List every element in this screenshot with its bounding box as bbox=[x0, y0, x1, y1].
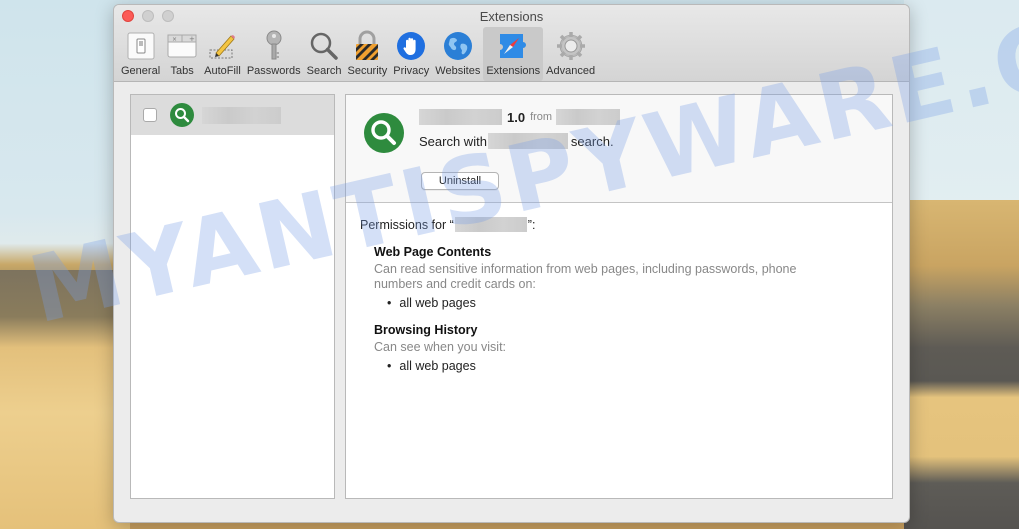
extension-list bbox=[130, 94, 335, 499]
permission-scopes: all web pages bbox=[387, 359, 878, 373]
general-switch-icon bbox=[125, 30, 157, 62]
tab-security-label: Security bbox=[347, 65, 388, 77]
tab-advanced[interactable]: Advanced bbox=[543, 27, 598, 81]
tab-tabs[interactable]: × + Tabs bbox=[163, 27, 201, 81]
tab-autofill[interactable]: AutoFill bbox=[201, 27, 244, 81]
extension-name-redacted bbox=[419, 109, 502, 125]
permission-scope: all web pages bbox=[387, 359, 878, 373]
permissions-suffix: ”: bbox=[527, 217, 536, 232]
extension-detail: 1.0 from Search with search. Uninstall P… bbox=[345, 94, 893, 499]
extensions-content: 1.0 from Search with search. Uninstall P… bbox=[114, 83, 909, 522]
extension-header: 1.0 from Search with search. Uninstall bbox=[346, 95, 892, 203]
titlebar: Extensions General × + Tabs AutoFill Pas… bbox=[114, 5, 909, 82]
tab-extensions-label: Extensions bbox=[486, 65, 541, 77]
permission-title: Web Page Contents bbox=[374, 245, 492, 259]
green-search-icon bbox=[364, 113, 404, 153]
permission-scope: all web pages bbox=[387, 296, 878, 310]
list-item[interactable] bbox=[131, 95, 334, 135]
permissions-title: Permissions for “ ”: bbox=[360, 217, 878, 232]
developer-redacted bbox=[556, 109, 621, 125]
extension-version: 1.0 bbox=[507, 109, 526, 125]
hand-icon bbox=[395, 30, 427, 62]
pencil-icon bbox=[206, 30, 238, 62]
desktop-sky bbox=[904, 0, 1019, 215]
tab-extensions[interactable]: Extensions bbox=[483, 27, 544, 81]
search-engine-redacted bbox=[487, 133, 568, 149]
tab-privacy[interactable]: Privacy bbox=[390, 27, 432, 81]
permission-web-page-contents: Web Page Contents Can read sensitive inf… bbox=[374, 245, 878, 310]
tab-general[interactable]: General bbox=[118, 27, 163, 81]
permissions-prefix: Permissions for “ bbox=[360, 217, 454, 232]
tab-general-label: General bbox=[121, 65, 161, 77]
preferences-toolbar: General × + Tabs AutoFill Passwords Sear… bbox=[118, 27, 598, 81]
window-title: Extensions bbox=[479, 9, 544, 24]
padlock-icon bbox=[351, 30, 383, 62]
permission-scopes: all web pages bbox=[387, 296, 878, 310]
desktop-dune-left bbox=[0, 270, 130, 529]
tab-privacy-label: Privacy bbox=[393, 65, 430, 77]
permission-description: Can read sensitive information from web … bbox=[374, 262, 797, 291]
extension-name-redacted bbox=[202, 106, 281, 124]
key-icon bbox=[258, 30, 290, 62]
tab-security[interactable]: Security bbox=[344, 27, 390, 81]
uninstall-button[interactable]: Uninstall bbox=[421, 172, 499, 190]
tab-websites[interactable]: Websites bbox=[432, 27, 483, 81]
globe-icon bbox=[442, 30, 474, 62]
tab-search[interactable]: Search bbox=[304, 27, 345, 81]
magnifier-icon bbox=[308, 30, 340, 62]
permissions-section: Permissions for “ ”: Web Page Contents C… bbox=[346, 203, 892, 387]
tab-tabs-label: Tabs bbox=[170, 65, 194, 77]
extension-title-line: 1.0 from bbox=[419, 109, 621, 125]
tab-passwords[interactable]: Passwords bbox=[244, 27, 304, 81]
tabs-icon: × + bbox=[166, 30, 198, 62]
description-suffix: search. bbox=[570, 133, 614, 149]
permission-browsing-history: Browsing History Can see when you visit:… bbox=[374, 323, 878, 373]
preferences-window: Extensions General × + Tabs AutoFill Pas… bbox=[113, 4, 910, 523]
from-label: from bbox=[530, 111, 553, 123]
tab-autofill-label: AutoFill bbox=[204, 65, 241, 77]
svg-text:+: + bbox=[189, 35, 195, 43]
permission-title: Browsing History bbox=[374, 323, 478, 337]
tab-websites-label: Websites bbox=[435, 65, 481, 77]
enable-extension-checkbox[interactable] bbox=[143, 108, 157, 122]
tab-search-label: Search bbox=[306, 65, 342, 77]
svg-text:×: × bbox=[172, 36, 177, 43]
gear-icon bbox=[555, 30, 587, 62]
tab-passwords-label: Passwords bbox=[246, 65, 301, 77]
extension-name-redacted bbox=[454, 217, 527, 232]
desktop-dune-right bbox=[904, 200, 1019, 529]
permission-description: Can see when you visit: bbox=[374, 340, 507, 354]
green-search-icon bbox=[170, 103, 194, 127]
puzzle-compass-icon bbox=[497, 30, 529, 62]
extension-description: Search with search. bbox=[419, 133, 614, 149]
description-prefix: Search with bbox=[419, 133, 487, 149]
tab-advanced-label: Advanced bbox=[546, 65, 596, 77]
